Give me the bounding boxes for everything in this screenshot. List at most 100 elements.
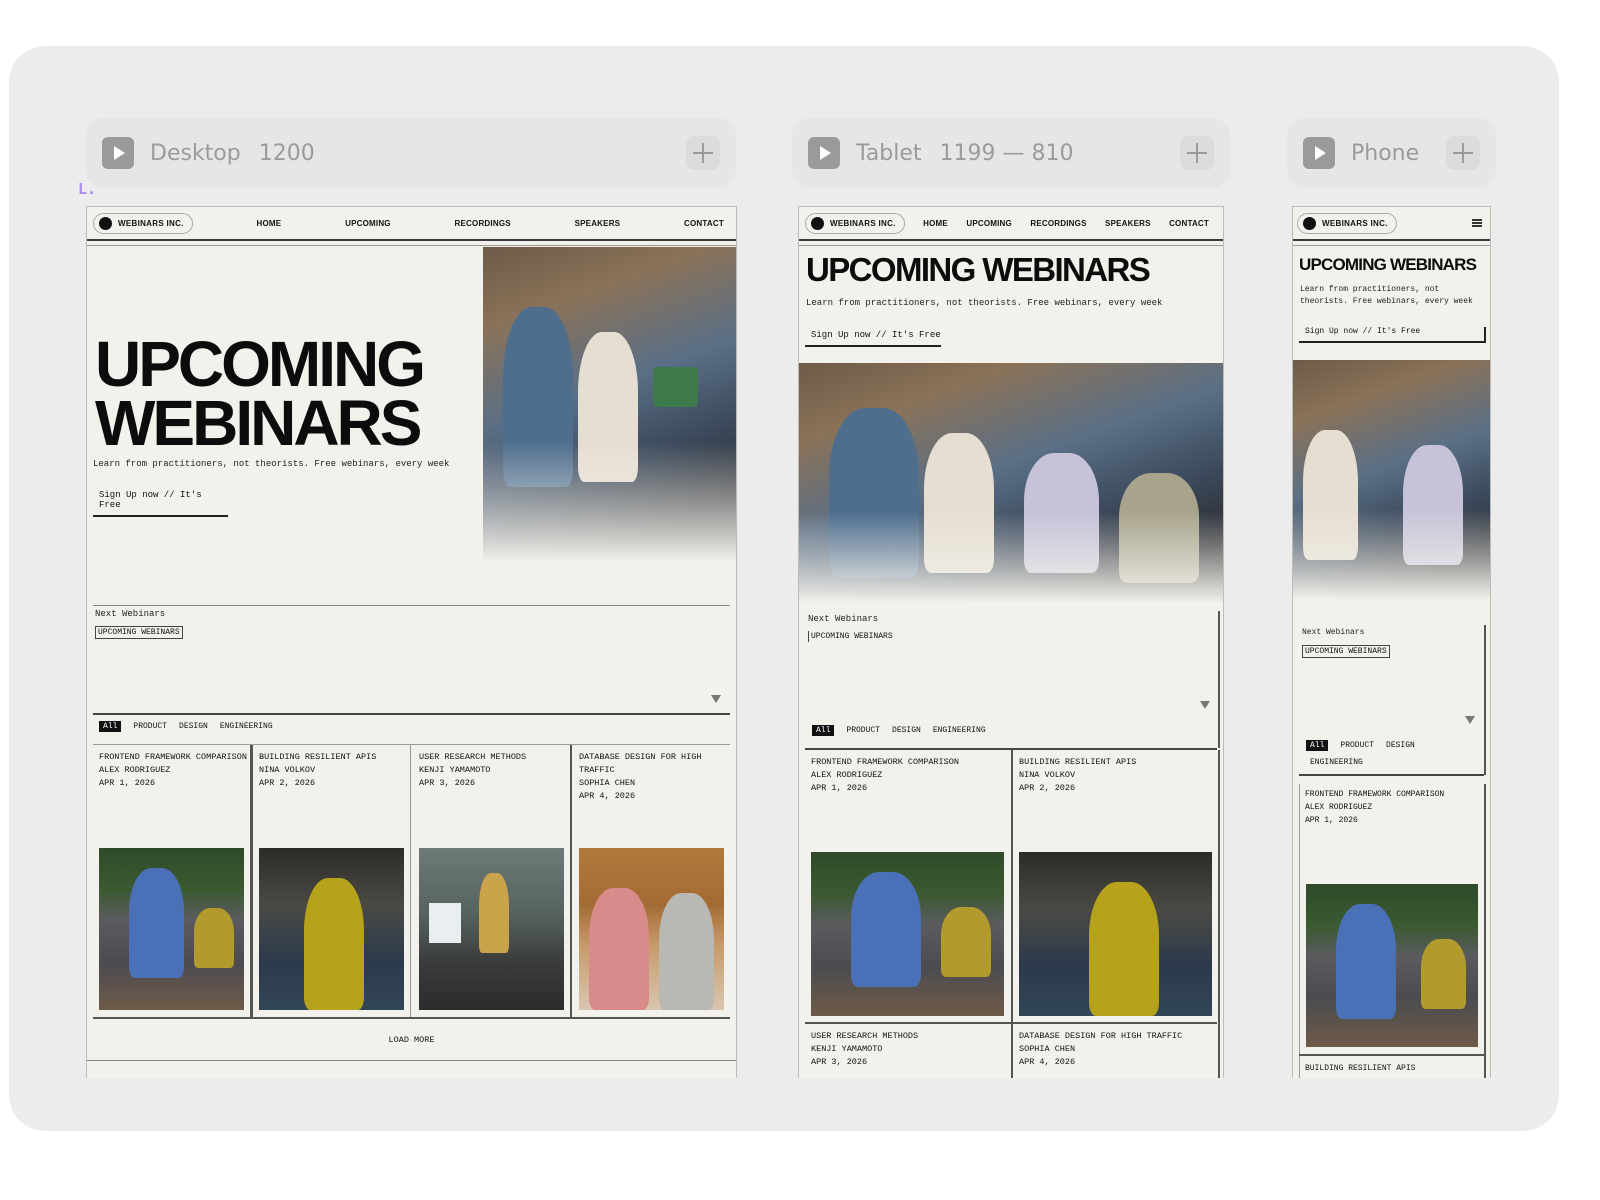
plus-icon[interactable]: [686, 136, 720, 170]
card-title: TRAFFIC: [579, 765, 615, 775]
hero-subtitle: Learn from practitioners, not theorists.…: [806, 298, 1163, 308]
card-date: APR 1, 2026: [99, 778, 156, 788]
photo-figure: [589, 888, 649, 1010]
webinar-card[interactable]: BUILDING RESILIENT APIS NINA VOLKOV APR …: [1019, 756, 1136, 795]
nav-upcoming[interactable]: UPCOMING: [966, 219, 1012, 228]
hero-title: UPCOMING WEBINARS: [95, 332, 426, 455]
card-date: APR 4, 2026: [1019, 1057, 1076, 1067]
card-title: FRONTEND FRAMEWORK COMPARISON: [1305, 790, 1445, 799]
logo-text: WEBINARS INC.: [830, 218, 896, 228]
breakpoint-size: 1199 — 810: [939, 140, 1074, 166]
photo-figure: [1119, 473, 1199, 583]
load-more-button[interactable]: LOAD MORE: [87, 1034, 736, 1047]
signup-link[interactable]: Sign Up now // It's Free: [1299, 327, 1486, 343]
filter-engineering[interactable]: ENGINEERING: [220, 722, 273, 731]
filter-engineering[interactable]: ENGINEERING: [1310, 758, 1363, 767]
logo[interactable]: WEBINARS INC.: [1297, 212, 1397, 234]
filter-engineering[interactable]: ENGINEERING: [933, 726, 986, 735]
card-photo: [259, 848, 404, 1010]
photo-figure: [851, 872, 921, 987]
logo-mark-icon: [99, 216, 112, 230]
webinar-card[interactable]: DATABASE DESIGN FOR HIGH TRAFFIC SOPHIA …: [579, 751, 729, 803]
filter-design[interactable]: DESIGN: [892, 726, 921, 735]
webinar-card[interactable]: USER RESEARCH METHODS KENJI YAMAMOTO APR…: [811, 1030, 918, 1069]
photo-figure: [129, 868, 184, 978]
webinar-card[interactable]: DATABASE DESIGN FOR HIGH TRAFFIC SOPHIA …: [1019, 1030, 1182, 1069]
logo-mark-icon: [811, 216, 824, 230]
card-divider: [570, 745, 572, 1017]
nav-recordings[interactable]: RECORDINGS: [455, 219, 511, 228]
card-date: APR 1, 2026: [1305, 816, 1358, 825]
webinar-card[interactable]: FRONTEND FRAMEWORK COMPARISON ALEX RODRI…: [99, 751, 247, 790]
filter-all[interactable]: All: [99, 721, 122, 732]
filter-product[interactable]: PRODUCT: [1340, 741, 1374, 750]
next-webinars-label: Next Webinars: [808, 614, 879, 624]
photo-figure: [503, 307, 573, 487]
logo[interactable]: WEBINARS INC.: [93, 212, 193, 234]
plus-icon[interactable]: [1446, 136, 1480, 170]
play-icon[interactable]: [102, 137, 134, 169]
breakpoint-name: Phone: [1351, 140, 1420, 166]
card-date: APR 3, 2026: [419, 778, 476, 788]
webinar-card[interactable]: USER RESEARCH METHODS KENJI YAMAMOTO APR…: [419, 751, 526, 790]
photo-figure: [924, 433, 994, 573]
photo-figure: [1024, 453, 1099, 573]
nav-home[interactable]: HOME: [257, 219, 282, 228]
chevron-down-icon[interactable]: [1465, 716, 1475, 724]
card-divider: [250, 745, 253, 1017]
signup-link[interactable]: Sign Up now // It's Free: [93, 490, 228, 517]
next-webinars-label: Next Webinars: [95, 609, 166, 619]
webinar-select[interactable]: UPCOMING WEBINARS: [808, 631, 895, 642]
nav-contact[interactable]: CONTACT: [684, 219, 724, 228]
hero-subtitle-line: theorists. Free webinars, every week: [1300, 297, 1473, 306]
plus-icon[interactable]: [1180, 136, 1214, 170]
webinar-card[interactable]: BUILDING RESILIENT APIS: [1305, 1062, 1415, 1075]
divider: [93, 605, 730, 606]
breakpoint-header-desktop: Desktop 1200: [86, 118, 736, 188]
nav-speakers[interactable]: SPEAKERS: [575, 219, 621, 228]
webinar-card[interactable]: FRONTEND FRAMEWORK COMPARISON ALEX RODRI…: [811, 756, 959, 795]
chevron-down-icon[interactable]: [1200, 701, 1210, 709]
filter-design[interactable]: DESIGN: [179, 722, 208, 731]
card-speaker: SOPHIA CHEN: [1019, 1044, 1076, 1054]
filter-product[interactable]: PRODUCT: [133, 722, 167, 731]
category-filters: All PRODUCT DESIGN ENGINEERING: [99, 721, 273, 732]
breakpoint-name: Desktop: [150, 140, 241, 166]
site-nav: WEBINARS INC. HOME UPCOMING RECORDINGS S…: [87, 207, 736, 241]
logo[interactable]: WEBINARS INC.: [805, 212, 905, 234]
card-photo: [811, 852, 1004, 1016]
webinar-card[interactable]: FRONTEND FRAMEWORK COMPARISON ALEX RODRI…: [1305, 788, 1444, 827]
breakpoint-size: 1200: [258, 140, 315, 166]
nav-speakers[interactable]: SPEAKERS: [1105, 219, 1151, 228]
webinar-select[interactable]: UPCOMING WEBINARS: [1302, 645, 1390, 658]
breakpoint-name: Tablet: [856, 140, 922, 166]
filter-product[interactable]: PRODUCT: [846, 726, 880, 735]
nav-home[interactable]: HOME: [923, 219, 948, 228]
photo-book: [653, 367, 698, 407]
filter-design[interactable]: DESIGN: [1386, 741, 1415, 750]
filter-all[interactable]: All: [1306, 740, 1329, 751]
chevron-down-icon[interactable]: [711, 695, 721, 703]
signup-link[interactable]: Sign Up now // It's Free: [805, 330, 941, 347]
divider: [93, 744, 730, 745]
play-icon[interactable]: [808, 137, 840, 169]
card-date: APR 4, 2026: [579, 791, 636, 801]
card-speaker: ALEX RODRIGUEZ: [99, 765, 171, 775]
nav-recordings[interactable]: RECORDINGS: [1030, 219, 1086, 228]
card-date: APR 2, 2026: [1019, 783, 1076, 793]
tablet-frame: WEBINARS INC. HOME UPCOMING RECORDINGS S…: [798, 206, 1224, 1078]
card-speaker: KENJI YAMAMOTO: [419, 765, 491, 775]
logo-text: WEBINARS INC.: [118, 218, 184, 228]
play-icon[interactable]: [1303, 137, 1335, 169]
nav-contact[interactable]: CONTACT: [1169, 219, 1209, 228]
card-divider: [1218, 750, 1220, 1078]
webinar-card[interactable]: BUILDING RESILIENT APIS NINA VOLKOV APR …: [259, 751, 376, 790]
hero-title: UPCOMING WEBINARS: [1299, 255, 1477, 274]
webinar-select[interactable]: UPCOMING WEBINARS: [95, 626, 183, 639]
card-speaker: KENJI YAMAMOTO: [811, 1044, 883, 1054]
card-photo: [1019, 852, 1212, 1016]
card-title: FRONTEND FRAMEWORK COMPARISON: [811, 757, 959, 767]
menu-icon[interactable]: [1472, 219, 1482, 227]
filter-all[interactable]: All: [812, 725, 835, 736]
nav-upcoming[interactable]: UPCOMING: [345, 219, 391, 228]
